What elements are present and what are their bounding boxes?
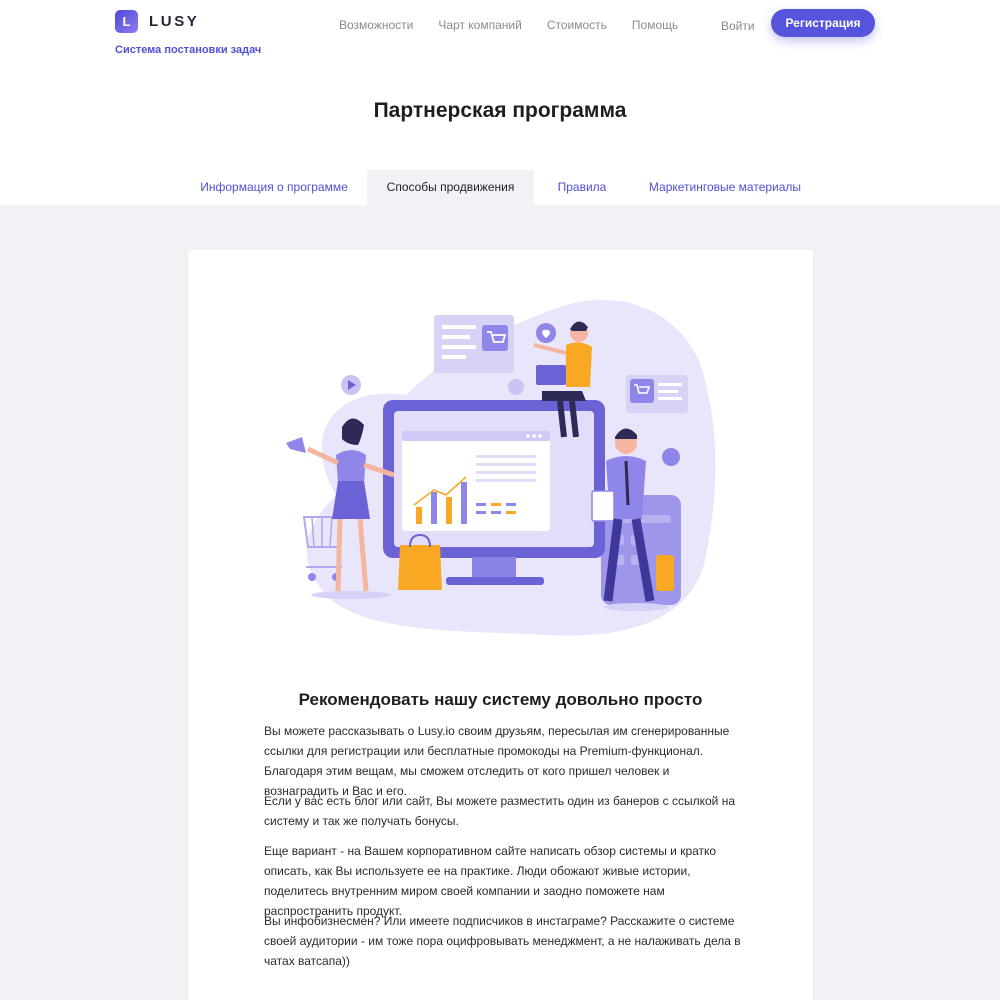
login-link[interactable]: Войти: [721, 19, 755, 33]
promotion-illustration: [286, 299, 716, 636]
tab-program-info[interactable]: Информация о программе: [193, 170, 355, 205]
paragraph-blog-banners: Если у вас есть блог или сайт, Вы можете…: [264, 794, 735, 828]
site-header: L LUSY Система постановки задач Возможно…: [0, 0, 1000, 70]
nav-item-pricing[interactable]: Стоимость: [547, 18, 607, 32]
register-button[interactable]: Регистрация: [771, 9, 875, 37]
page-title: Партнерская программа: [373, 99, 627, 122]
like-icon-2: [662, 448, 680, 466]
nav-item-company-chart[interactable]: Чарт компаний: [438, 18, 521, 32]
tab-rules[interactable]: Правила: [546, 170, 618, 205]
logo-link[interactable]: L LUSY: [115, 10, 199, 33]
tab-promotion-methods[interactable]: Способы продвижения: [367, 170, 534, 205]
main-nav: Возможности Чарт компаний Стоимость Помо…: [339, 18, 678, 32]
content-card: Рекомендовать нашу систему довольно прос…: [188, 250, 813, 1000]
megaphone-icon: [286, 437, 306, 453]
brand-name: LUSY: [149, 13, 200, 30]
logo-icon: L: [115, 10, 138, 33]
brand-tagline: Система постановки задач: [115, 44, 262, 56]
tab-bar: Информация о программе Способы продвижен…: [0, 170, 1000, 205]
nav-item-help[interactable]: Помощь: [632, 18, 678, 32]
paragraph-infobusiness: Вы инфобизнесмен? Или имеете подписчиков…: [264, 914, 741, 968]
section-heading: Рекомендовать нашу систему довольно прос…: [298, 690, 703, 709]
tab-marketing-materials[interactable]: Маркетинговые материалы: [640, 170, 810, 205]
product-card-right-icon: [626, 375, 688, 413]
paragraph-referral-links: Вы можете рассказывать о Lusy.io своим д…: [264, 724, 730, 798]
paragraph-corporate-review: Еще вариант - на Вашем корпоративном сай…: [264, 844, 717, 918]
product-card-icon: [434, 315, 514, 373]
like-icon: [508, 379, 524, 395]
nav-item-features[interactable]: Возможности: [339, 18, 413, 32]
